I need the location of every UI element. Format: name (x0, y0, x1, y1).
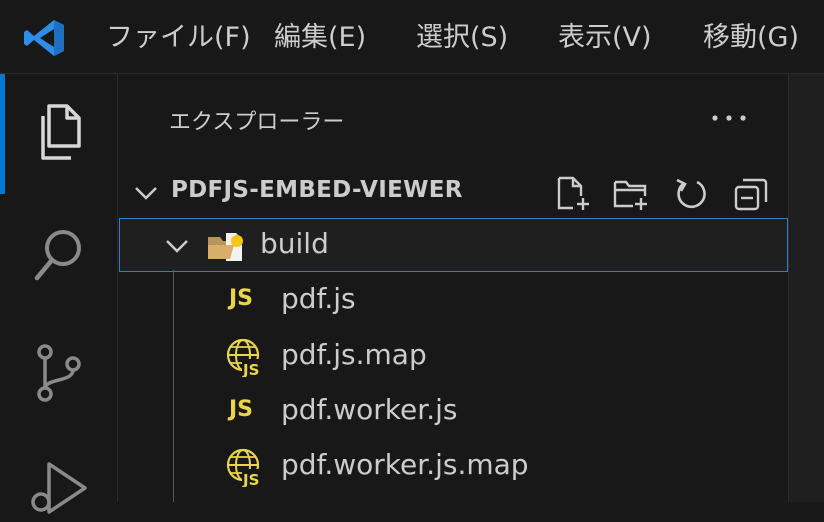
run-debug-icon[interactable] (27, 458, 91, 522)
editor-area-edge (788, 74, 824, 502)
more-actions-icon[interactable] (709, 110, 749, 126)
js-file-icon: JS (229, 397, 254, 422)
tree-item-pdf-js[interactable]: JS pdf.js (119, 274, 788, 328)
collapse-all-icon[interactable] (733, 176, 769, 212)
tree-item-label: build (260, 227, 329, 260)
map-badge-text: JS (242, 361, 259, 377)
refresh-icon[interactable] (673, 176, 709, 212)
workspace-section-header[interactable]: PDFJS-EMBED-VIEWER (119, 170, 788, 214)
new-file-icon[interactable] (555, 176, 591, 212)
explorer-sidebar: エクスプローラー PDFJS-EMBED-VIEWER build JS pdf… (119, 74, 788, 502)
workspace-title: PDFJS-EMBED-VIEWER (171, 177, 463, 203)
menu-edit[interactable]: 編集(E) (274, 20, 366, 56)
menu-bar: ファイル(F) 編集(E) 選択(S) 表示(V) 移動(G) (0, 0, 824, 74)
tree-item-label: pdf.worker.js.map (281, 448, 529, 481)
vscode-logo-icon[interactable] (22, 18, 66, 58)
tree-item-pdf-js-map[interactable]: JS pdf.js.map (119, 330, 788, 384)
tree-item-label: pdf.worker.js (281, 393, 458, 426)
sourcemap-file-icon: JS (226, 338, 264, 377)
menu-selection[interactable]: 選択(S) (416, 20, 508, 56)
new-folder-icon[interactable] (613, 176, 649, 212)
activity-active-indicator (0, 74, 5, 194)
sidebar-title: エクスプローラー (169, 110, 345, 135)
menu-view[interactable]: 表示(V) (558, 20, 652, 56)
chevron-down-icon (166, 240, 188, 253)
chevron-down-icon (135, 187, 157, 200)
tree-item-label: pdf.js.map (281, 338, 427, 371)
tree-item-pdf-worker-js[interactable]: JS pdf.worker.js (119, 385, 788, 439)
map-badge-text: JS (242, 471, 259, 487)
menu-file[interactable]: ファイル(F) (106, 20, 251, 56)
sourcemap-file-icon: JS (226, 448, 264, 487)
tree-item-build[interactable]: build (119, 218, 788, 272)
tree-item-label: pdf.js (281, 282, 356, 315)
menu-go[interactable]: 移動(G) (703, 20, 799, 56)
folder-open-icon (208, 233, 243, 261)
source-control-icon[interactable] (27, 340, 91, 404)
tree-item-pdf-worker-js-map[interactable]: JS pdf.worker.js.map (119, 440, 788, 494)
explorer-icon[interactable] (27, 100, 91, 164)
search-icon[interactable] (27, 222, 91, 286)
js-file-icon: JS (229, 286, 254, 311)
